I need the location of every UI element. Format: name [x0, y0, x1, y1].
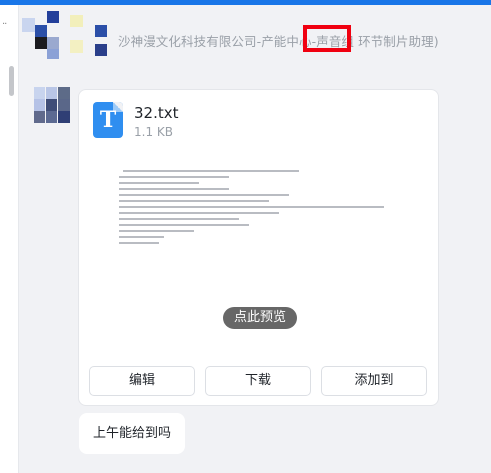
- highlight-box: [303, 25, 351, 52]
- top-accent-bar: [0, 0, 491, 5]
- preview-button[interactable]: 点此预览: [223, 307, 297, 329]
- file-preview-thumbnail[interactable]: [119, 170, 389, 244]
- download-button[interactable]: 下载: [205, 366, 311, 396]
- txt-file-icon: T: [93, 102, 123, 138]
- scrollbar-thumb[interactable]: [9, 66, 14, 96]
- edit-button[interactable]: 编辑: [89, 366, 195, 396]
- sender-info: 沙神漫文化科技有限公司-产能中心-声音组 环节制片助理): [118, 34, 439, 49]
- file-size: 1.1 KB: [134, 125, 173, 139]
- text-message-bubble[interactable]: 上午能给到吗: [79, 413, 185, 454]
- left-rail: ··: [0, 5, 19, 473]
- file-icon-letter: T: [99, 107, 117, 133]
- file-message-card[interactable]: T 32.txt 1.1 KB 点此预览 编辑 下载 添加到: [78, 89, 439, 406]
- file-name[interactable]: 32.txt: [134, 104, 179, 122]
- add-to-button[interactable]: 添加到: [321, 366, 427, 396]
- more-icon[interactable]: ··: [2, 19, 7, 30]
